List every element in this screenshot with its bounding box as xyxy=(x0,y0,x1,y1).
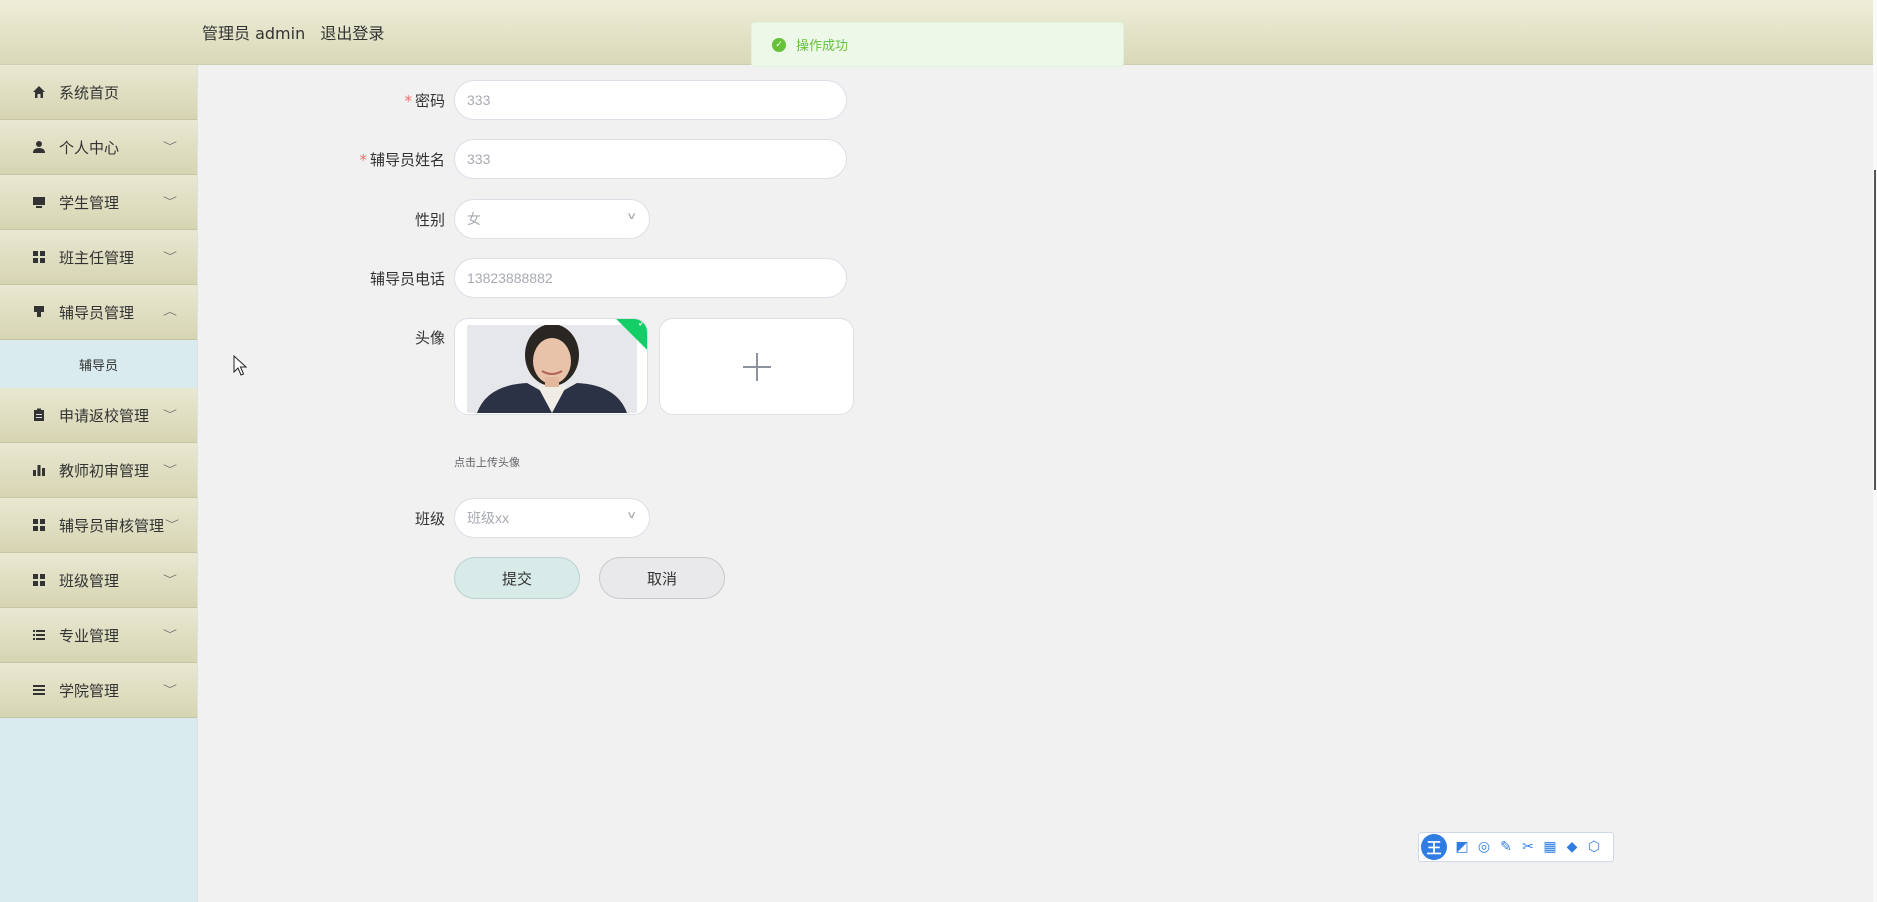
grid-icon xyxy=(32,518,46,532)
sidebar-item-label: 个人中心 xyxy=(59,138,120,157)
password-input[interactable]: 333 xyxy=(454,80,847,120)
gender-label: 性别 xyxy=(414,211,445,229)
counselor-name-label: * 辅导员姓名 xyxy=(359,151,445,169)
avatar-image xyxy=(467,325,637,413)
chevron-down-icon: ﹀ xyxy=(163,630,177,641)
grid-icon xyxy=(32,573,46,587)
cup-icon xyxy=(32,305,46,319)
sidebar: 系统首页 个人中心 ﹀ 学生管理 ﹀ 班主任管理 ﹀ 辅导员管理 ︿ 辅导员 申… xyxy=(0,65,198,902)
ime-logo[interactable]: 王 xyxy=(1421,834,1447,860)
sidebar-item-label: 学院管理 xyxy=(59,681,120,700)
class-select[interactable]: 班级xx ∨ xyxy=(454,498,650,538)
sidebar-item-personal-center[interactable]: 个人中心 ﹀ xyxy=(0,120,197,175)
chevron-down-icon: ∨ xyxy=(625,510,637,521)
sidebar-item-students[interactable]: 学生管理 ﹀ xyxy=(0,175,197,230)
counselor-name-input[interactable]: 333 xyxy=(454,139,847,179)
sidebar-item-head-teachers[interactable]: 班主任管理 ﹀ xyxy=(0,230,197,285)
grid-icon xyxy=(32,250,46,264)
plus-icon xyxy=(742,352,771,381)
class-label: 班级 xyxy=(414,510,445,528)
ime-keyboard-icon[interactable]: ▦ xyxy=(1541,838,1559,856)
ime-pen-icon[interactable]: ✎ xyxy=(1497,838,1515,856)
sidebar-item-majors[interactable]: 专业管理 ﹀ xyxy=(0,608,197,663)
sidebar-item-colleges[interactable]: 学院管理 ﹀ xyxy=(0,663,197,718)
sidebar-item-home[interactable]: 系统首页 xyxy=(0,65,197,120)
home-icon xyxy=(32,85,46,99)
ime-scissors-icon[interactable]: ✂ xyxy=(1519,838,1537,856)
page-scrollbar[interactable] xyxy=(1873,0,1877,902)
logout-link[interactable]: 退出登录 xyxy=(320,24,384,43)
sidebar-item-label: 教师初审管理 xyxy=(59,461,150,480)
sidebar-item-teacher-review[interactable]: 教师初审管理 ﹀ xyxy=(0,443,197,498)
chevron-down-icon: ﹀ xyxy=(163,685,177,696)
chevron-down-icon: ﹀ xyxy=(163,410,177,421)
sidebar-item-label: 申请返校管理 xyxy=(59,406,150,425)
sidebar-item-label: 系统首页 xyxy=(59,83,120,102)
avatar-label: 头像 xyxy=(414,329,445,347)
success-toast: ✓ 操作成功 xyxy=(751,22,1124,67)
counselor-phone-input[interactable]: 13823888882 xyxy=(454,258,847,298)
chevron-down-icon: ﹀ xyxy=(163,465,177,476)
user-label: 管理员 admin xyxy=(202,24,306,43)
ime-settings-icon[interactable]: ⬡ xyxy=(1585,838,1603,856)
scrollbar-thumb[interactable] xyxy=(1874,170,1876,490)
user-info: 管理员 admin 退出登录 xyxy=(202,20,384,44)
monitor-icon xyxy=(32,195,46,209)
chevron-down-icon: ﹀ xyxy=(163,197,177,208)
sidebar-item-classes[interactable]: 班级管理 ﹀ xyxy=(0,553,197,608)
password-label: * 密码 xyxy=(404,92,445,110)
counselor-phone-label: 辅导员电话 xyxy=(369,270,445,288)
chevron-down-icon: ﹀ xyxy=(163,142,177,153)
sidebar-item-label: 学生管理 xyxy=(59,193,120,212)
submit-button[interactable]: 提交 xyxy=(454,557,580,599)
check-icon: ✓ xyxy=(637,318,646,330)
sidebar-subitem-label: 辅导员 xyxy=(79,358,119,374)
ime-skin-icon[interactable]: ◆ xyxy=(1563,838,1581,856)
gender-select[interactable]: 女 ∨ xyxy=(454,199,650,239)
person-icon xyxy=(32,140,46,154)
sidebar-item-label: 辅导员管理 xyxy=(59,303,135,322)
ime-language-icon[interactable]: ◩ xyxy=(1453,838,1471,856)
ime-voice-icon[interactable]: ◎ xyxy=(1475,838,1493,856)
ime-toolbar[interactable]: 王 ◩ ◎ ✎ ✂ ▦ ◆ ⬡ xyxy=(1418,832,1614,862)
sidebar-item-counselor-audit[interactable]: 辅导员审核管理 ﹀ xyxy=(0,498,197,553)
sidebar-item-label: 班级管理 xyxy=(59,571,120,590)
chevron-down-icon: ﹀ xyxy=(165,520,179,531)
check-circle-icon: ✓ xyxy=(772,37,786,52)
sidebar-item-label: 专业管理 xyxy=(59,626,120,645)
clipboard-icon xyxy=(32,408,46,422)
chevron-up-icon: ︿ xyxy=(163,307,177,318)
chevron-down-icon: ﹀ xyxy=(163,575,177,586)
sidebar-item-label: 班主任管理 xyxy=(59,248,135,267)
avatar-preview[interactable]: ✓ xyxy=(454,318,648,415)
list-icon xyxy=(32,628,46,642)
mouse-cursor-icon xyxy=(233,355,248,376)
sidebar-subitem-counselor[interactable]: 辅导员 xyxy=(0,340,197,388)
chevron-down-icon: ∨ xyxy=(625,211,637,222)
avatar-upload-hint: 点击上传头像 xyxy=(454,456,520,469)
cancel-button[interactable]: 取消 xyxy=(599,557,725,599)
chevron-down-icon: ﹀ xyxy=(163,252,177,263)
list-icon xyxy=(32,683,46,697)
sidebar-item-counselors[interactable]: 辅导员管理 ︿ xyxy=(0,285,197,340)
bar-chart-icon xyxy=(32,463,46,477)
sidebar-item-return-applications[interactable]: 申请返校管理 ﹀ xyxy=(0,388,197,443)
toast-message: 操作成功 xyxy=(796,39,849,54)
avatar-upload-button[interactable] xyxy=(659,318,854,415)
sidebar-item-label: 辅导员审核管理 xyxy=(59,516,165,535)
